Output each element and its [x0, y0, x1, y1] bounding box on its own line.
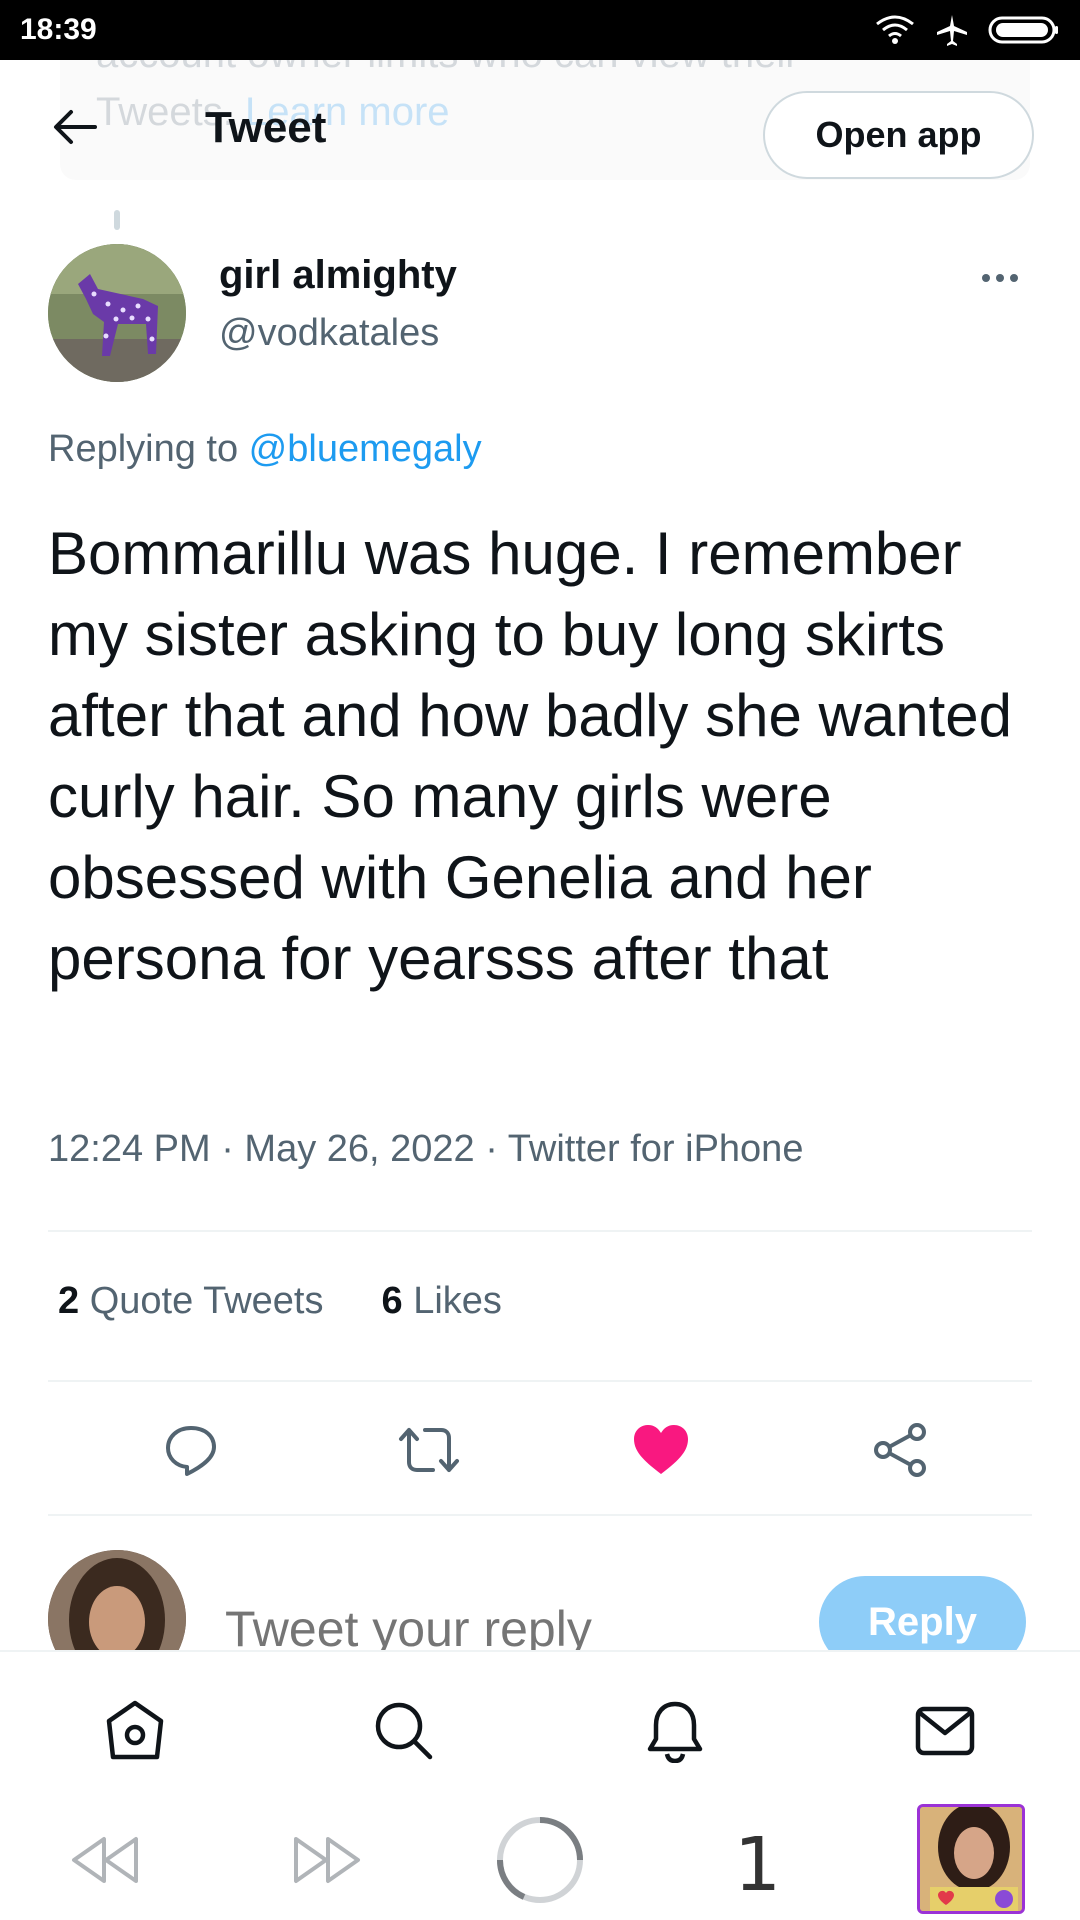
top-header: account owner limits who can view their …	[0, 60, 1080, 180]
retweet-icon[interactable]	[394, 1415, 464, 1485]
reply-button[interactable]: Reply	[819, 1576, 1026, 1650]
author-avatar[interactable]	[48, 244, 186, 382]
tweet-actions	[48, 1415, 1032, 1485]
status-bar: 18:39	[0, 0, 1080, 60]
thread-connector	[114, 210, 120, 230]
browser-tab-thumbnail[interactable]	[917, 1804, 1025, 1914]
status-icons	[874, 12, 1060, 48]
divider	[48, 1230, 1032, 1232]
likes-stat[interactable]: 6 Likes	[381, 1280, 501, 1323]
back-button[interactable]	[44, 105, 104, 149]
loading-icon[interactable]	[494, 1814, 586, 1906]
avatar-image	[48, 244, 186, 382]
browser-forward-icon[interactable]	[284, 1830, 364, 1890]
notifications-icon[interactable]	[640, 1696, 710, 1766]
divider	[48, 1380, 1032, 1382]
user-avatar[interactable]	[48, 1550, 186, 1650]
tweet-timestamp[interactable]: 12:24 PM · May 26, 2022 · Twitter for iP…	[48, 1128, 803, 1171]
home-icon[interactable]	[100, 1696, 170, 1766]
replying-to-link[interactable]: @bluemegaly	[249, 428, 482, 470]
battery-icon	[988, 16, 1058, 44]
replying-prefix: Replying to	[48, 428, 249, 470]
open-app-button[interactable]: Open app	[763, 91, 1034, 179]
tab-count[interactable]: 1	[734, 1822, 781, 1908]
reply-composer: Reply	[0, 1520, 1080, 1650]
divider	[48, 1514, 1032, 1516]
restricted-notice-text: account owner limits who can view their	[96, 60, 799, 77]
quote-tweets-stat[interactable]: 2 Quote Tweets	[58, 1280, 323, 1323]
browser-nav-bar: 1	[0, 1800, 1080, 1920]
wifi-icon	[876, 15, 914, 44]
reply-icon[interactable]	[156, 1415, 226, 1485]
reply-input[interactable]	[225, 1600, 785, 1650]
more-options-icon[interactable]	[982, 268, 1032, 288]
tweet-text: Bommarillu was huge. I remember my siste…	[48, 520, 1012, 992]
messages-icon[interactable]	[910, 1696, 980, 1766]
author-handle[interactable]: @vodkatales	[219, 312, 439, 355]
like-icon[interactable]	[626, 1415, 696, 1485]
search-icon[interactable]	[369, 1696, 439, 1766]
back-arrow-icon	[54, 110, 97, 144]
status-time: 18:39	[20, 13, 97, 46]
replying-to: Replying to @bluemegaly	[48, 428, 482, 471]
bottom-tab-bar	[0, 1650, 1080, 1800]
author-name[interactable]: girl almighty	[219, 253, 457, 298]
tweet-stats: 2 Quote Tweets 6 Likes	[58, 1280, 502, 1323]
share-icon[interactable]	[866, 1415, 936, 1485]
page-title: Tweet	[205, 103, 327, 152]
airplane-icon	[937, 15, 967, 46]
browser-back-icon[interactable]	[68, 1830, 148, 1890]
